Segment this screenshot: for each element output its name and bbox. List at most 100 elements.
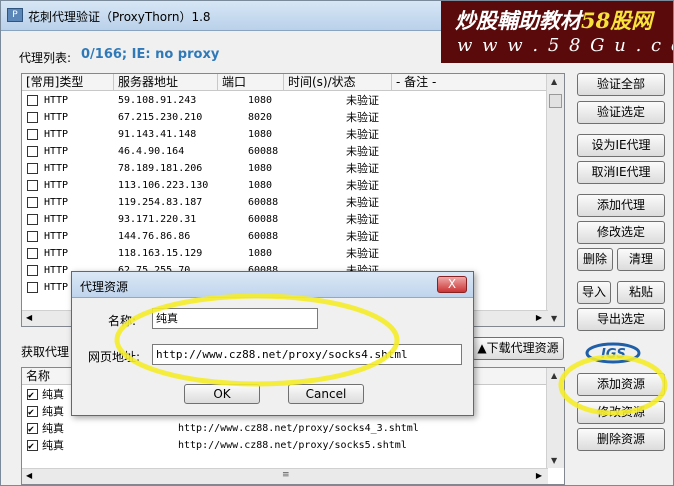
row-port: 8020 [248,112,273,123]
proxy-source-dialog: 代理资源 X 名称: 纯真 网页地址: http://www.cz88.net/… [71,271,474,416]
delete-button[interactable]: 删除 [577,248,613,271]
row-type: HTTP [44,282,69,293]
scroll-up-icon[interactable]: ▲ [551,77,557,86]
modify-selected-button[interactable]: 修改选定 [577,221,665,244]
list-item[interactable]: 纯真 http://www.cz88.net/proxy/socks4_3.sht… [22,420,546,438]
dialog-ok-button[interactable]: OK [184,384,260,404]
proxy-list-label: 代理列表: [19,51,72,65]
table-row[interactable]: HTTP 91.143.41.148 1080 未验证 [22,126,546,143]
app-window: P 花刺代理验证（ProxyThorn）1.8 炒股輔助教材58股网 w w w… [0,0,674,486]
source-checkbox[interactable] [27,387,38,404]
row-status: 未验证 [346,145,379,158]
scroll-down-icon[interactable]: ▼ [551,314,557,323]
export-selected-button[interactable]: 导出选定 [577,308,665,331]
add-proxy-button[interactable]: 添加代理 [577,194,665,217]
table-row[interactable]: HTTP 59.108.91.243 1080 未验证 [22,92,546,109]
source-url: http://www.cz88.net/proxy/socks5.shtml [178,440,407,451]
row-checkbox[interactable] [27,146,38,157]
row-checkbox[interactable] [27,197,38,208]
dialog-name-input[interactable]: 纯真 [152,308,318,329]
table-row[interactable]: HTTP 144.76.86.86 60088 未验证 [22,228,546,245]
scroll-thumb[interactable] [549,94,562,108]
source-name: 纯真 [42,405,64,418]
row-type: HTTP [44,129,69,140]
row-server: 118.163.15.129 [118,248,203,259]
modify-source-button[interactable]: 修改资源 [577,401,665,424]
row-status: 未验证 [346,179,379,192]
add-source-button[interactable]: 添加资源 [577,373,665,396]
import-button[interactable]: 导入 [577,281,611,304]
table-row[interactable]: HTTP 93.171.220.31 60088 未验证 [22,211,546,228]
row-status: 未验证 [346,94,379,107]
row-type: HTTP [44,163,69,174]
table-row[interactable]: HTTP 46.4.90.164 60088 未验证 [22,143,546,160]
verify-all-button[interactable]: 验证全部 [577,73,665,96]
download-proxy-source-button[interactable]: ▲下载代理资源 [472,337,564,360]
row-type: HTTP [44,214,69,225]
row-checkbox[interactable] [27,265,38,276]
col-status[interactable]: 时间(s)/状态 [284,74,392,91]
delete-source-button[interactable]: 删除资源 [577,428,665,451]
row-server: 113.106.223.130 [118,180,209,191]
row-port: 60088 [248,231,279,242]
scroll-down-icon[interactable]: ▼ [551,456,557,465]
set-ie-proxy-button[interactable]: 设为IE代理 [577,134,665,157]
row-type: HTTP [44,197,69,208]
source-list-vscrollbar[interactable]: ▲ ▼ [546,368,564,468]
row-checkbox[interactable] [27,180,38,191]
dialog-cancel-button[interactable]: Cancel [288,384,364,404]
col-server[interactable]: 服务器地址 [114,74,218,91]
scroll-left-icon[interactable]: ◀ [26,471,32,480]
table-row[interactable]: HTTP 113.106.223.130 1080 未验证 [22,177,546,194]
row-port: 1080 [248,95,273,106]
row-server: 93.171.220.31 [118,214,197,225]
col-type[interactable]: [常用]类型 [22,74,114,91]
row-type: HTTP [44,231,69,242]
table-row[interactable]: HTTP 118.163.15.129 1080 未验证 [22,245,546,262]
scroll-right-icon[interactable]: ▶ [536,471,542,480]
scroll-left-icon[interactable]: ◀ [26,313,32,322]
svg-text:IGS: IGS [601,347,626,362]
row-checkbox[interactable] [27,163,38,174]
row-checkbox[interactable] [27,95,38,106]
scroll-up-icon[interactable]: ▲ [551,371,557,380]
row-server: 59.108.91.243 [118,95,197,106]
cancel-ie-proxy-button[interactable]: 取消IE代理 [577,161,665,184]
row-status: 未验证 [346,162,379,175]
table-row[interactable]: HTTP 78.189.181.206 1080 未验证 [22,160,546,177]
row-server: 91.143.41.148 [118,129,197,140]
row-checkbox[interactable] [27,112,38,123]
col-note[interactable]: - 备注 - [392,74,546,91]
dialog-title-bar: 代理资源 X [72,272,473,298]
table-row[interactable]: HTTP 67.215.230.210 8020 未验证 [22,109,546,126]
col-port[interactable]: 端口 [218,74,284,91]
row-server: 144.76.86.86 [118,231,191,242]
row-checkbox[interactable] [27,214,38,225]
list-item[interactable]: 纯真 http://www.cz88.net/proxy/socks5.shtml [22,437,546,455]
watermark-banner: 炒股輔助教材58股网 w w w . 5 8 G u . c o m [441,1,673,63]
dialog-close-button[interactable]: X [437,276,467,293]
scroll-grip-icon[interactable]: ≡ [282,470,290,480]
row-status: 未验证 [346,111,379,124]
row-status: 未验证 [346,196,379,209]
paste-button[interactable]: 粘贴 [617,281,665,304]
dialog-name-label: 名称: [108,314,137,328]
dialog-url-input[interactable]: http://www.cz88.net/proxy/socks4.shtml [152,344,462,365]
row-server: 67.215.230.210 [118,112,203,123]
source-checkbox[interactable] [27,421,38,438]
scroll-right-icon[interactable]: ▶ [536,313,542,322]
row-port: 60088 [248,197,279,208]
row-checkbox[interactable] [27,231,38,242]
clean-button[interactable]: 清理 [617,248,665,271]
source-list-hscrollbar[interactable]: ◀ ≡ ▶ [22,468,548,484]
source-checkbox[interactable] [27,438,38,455]
source-checkbox[interactable] [27,404,38,421]
row-checkbox[interactable] [27,248,38,259]
dialog-url-label: 网页地址: [88,350,141,364]
row-checkbox[interactable] [27,282,38,293]
table-row[interactable]: HTTP 119.254.83.187 60088 未验证 [22,194,546,211]
row-checkbox[interactable] [27,129,38,140]
proxy-list-vscrollbar[interactable]: ▲ ▼ [546,74,564,326]
app-logo-icon: IGS [585,342,641,364]
verify-selected-button[interactable]: 验证选定 [577,101,665,124]
